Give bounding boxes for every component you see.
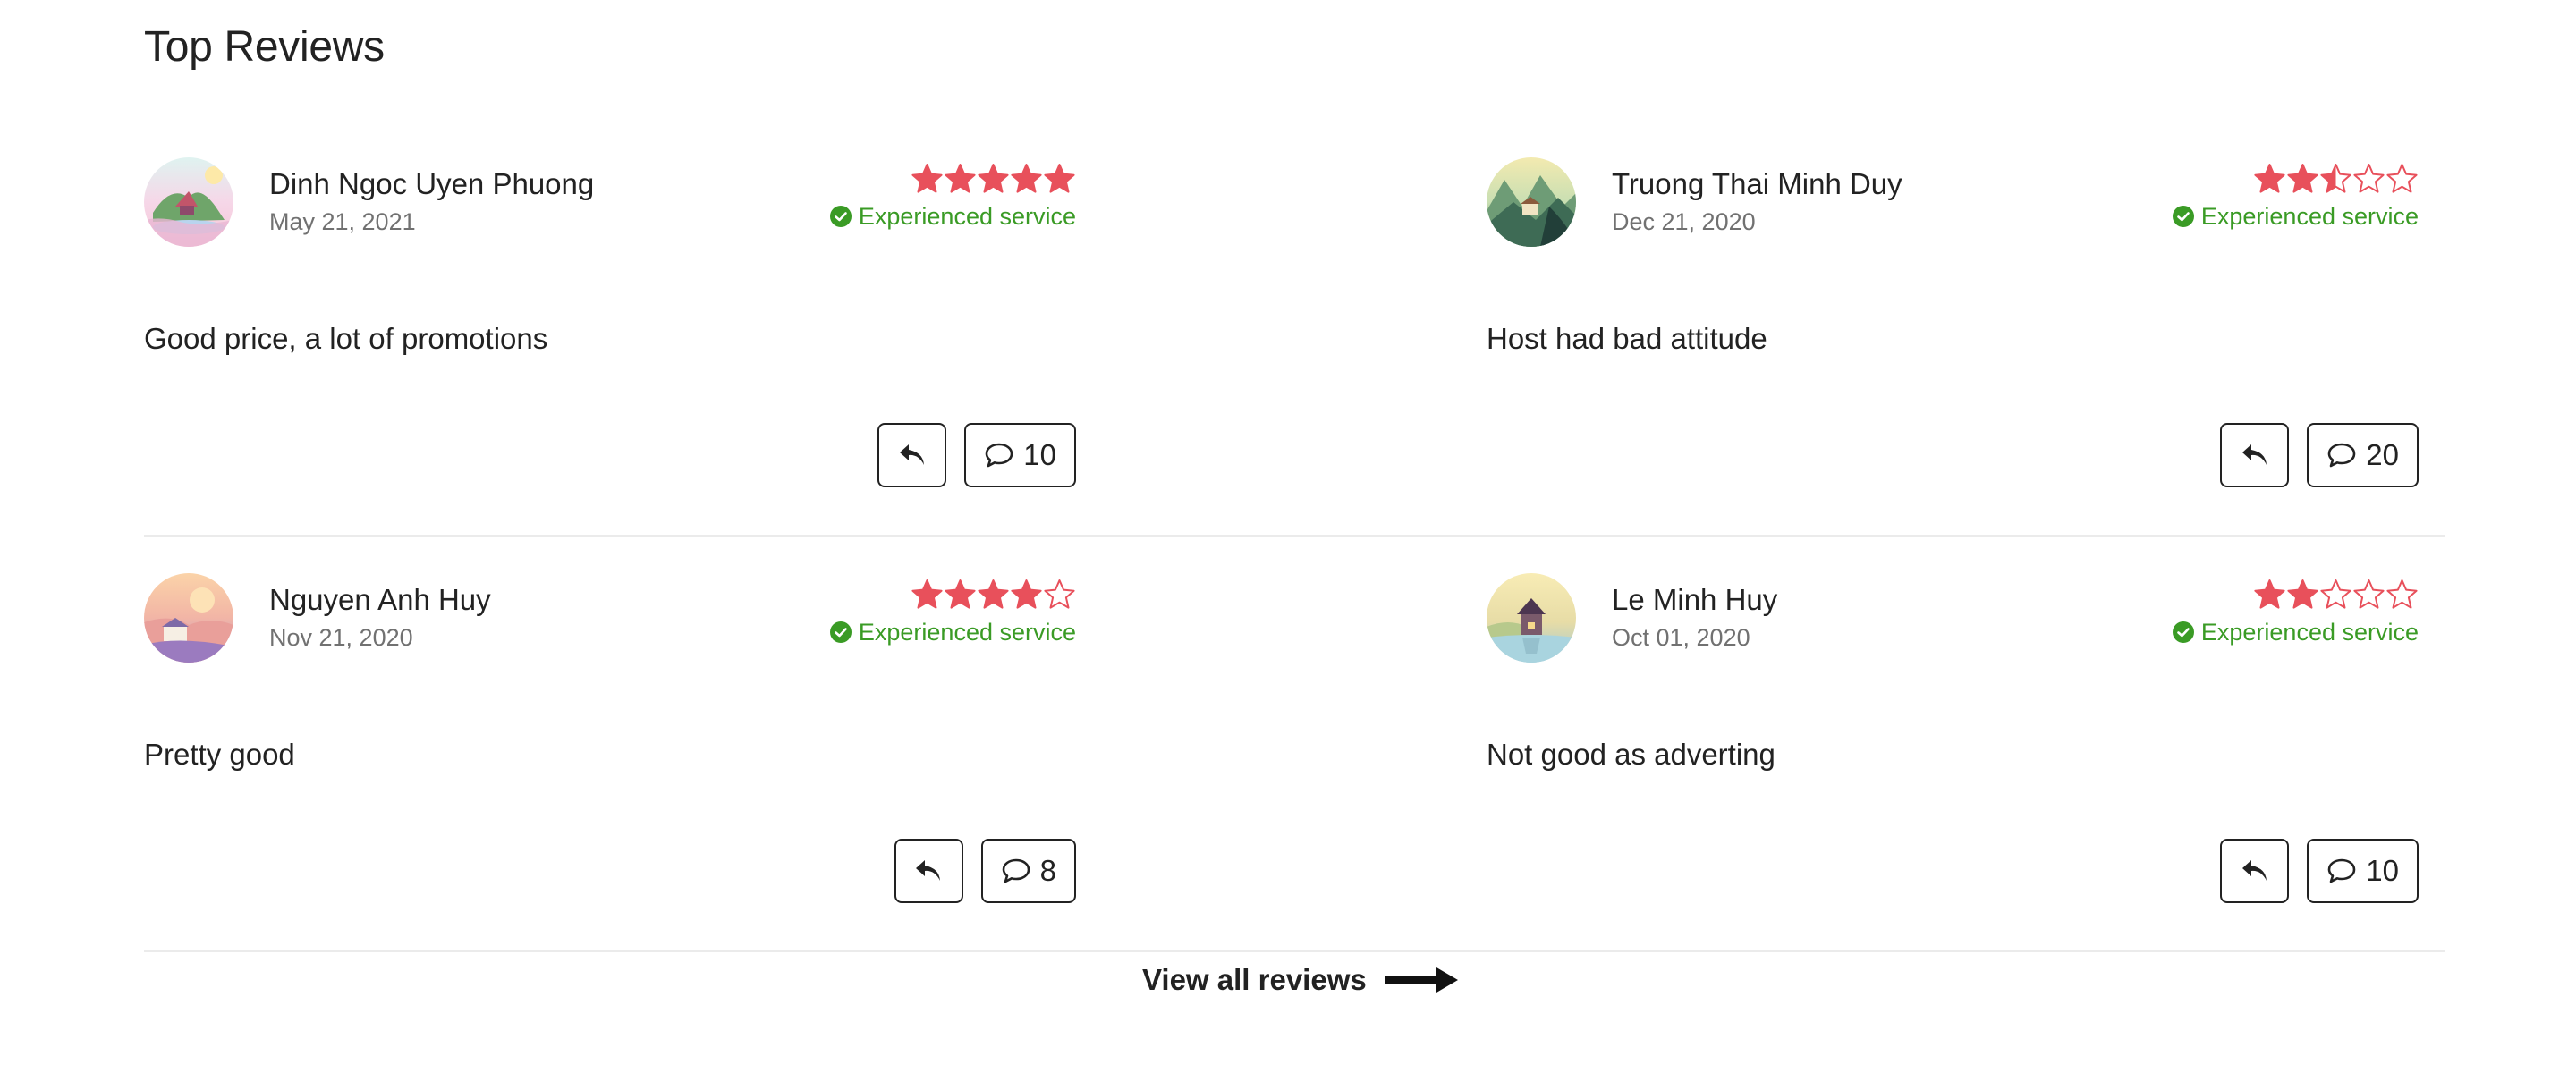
reply-button[interactable] bbox=[877, 423, 947, 487]
star-empty-icon bbox=[2320, 579, 2351, 609]
review-actions: 8 bbox=[894, 839, 1076, 903]
comment-count: 10 bbox=[2366, 854, 2399, 887]
star-filled-icon bbox=[945, 164, 976, 193]
star-half-icon bbox=[2320, 164, 2351, 193]
comment-button[interactable]: 10 bbox=[2307, 839, 2419, 903]
divider bbox=[144, 950, 2445, 952]
star-filled-icon bbox=[2254, 579, 2285, 609]
comment-button[interactable]: 10 bbox=[964, 423, 1076, 487]
comment-count: 20 bbox=[2366, 438, 2399, 471]
star-filled-icon bbox=[945, 579, 976, 609]
badge-label: Experienced service bbox=[2200, 619, 2419, 646]
star-filled-icon bbox=[911, 164, 943, 193]
comment-button[interactable]: 8 bbox=[980, 839, 1076, 903]
reply-button[interactable] bbox=[2220, 839, 2290, 903]
star-filled-icon bbox=[2287, 164, 2318, 193]
review-actions: 10 bbox=[2220, 839, 2419, 903]
review-date: Dec 21, 2020 bbox=[1612, 208, 1756, 235]
review-card: Nguyen Anh Huy Nov 21, 2020 Experienced … bbox=[144, 573, 1076, 949]
comment-icon bbox=[1002, 858, 1030, 883]
star-rating bbox=[911, 579, 1076, 611]
star-empty-icon bbox=[2386, 579, 2418, 609]
reviewer-name[interactable]: Dinh Ngoc Uyen Phuong bbox=[269, 166, 594, 202]
reply-button[interactable] bbox=[2220, 423, 2290, 487]
star-empty-icon bbox=[2353, 579, 2385, 609]
star-empty-icon bbox=[1044, 579, 1075, 609]
avatar[interactable] bbox=[144, 573, 233, 663]
review-actions: 10 bbox=[877, 423, 1076, 487]
star-filled-icon bbox=[1044, 164, 1075, 193]
star-filled-icon bbox=[911, 579, 943, 609]
reply-button[interactable] bbox=[894, 839, 963, 903]
review-card: Le Minh Huy Oct 01, 2020 Experienced ser… bbox=[1487, 573, 2419, 949]
avatar[interactable] bbox=[1487, 573, 1576, 663]
badge-label: Experienced service bbox=[2200, 203, 2419, 230]
comment-icon bbox=[2327, 443, 2356, 468]
review-text: Good price, a lot of promotions bbox=[144, 322, 548, 355]
comment-icon bbox=[2327, 858, 2356, 883]
comment-count: 8 bbox=[1039, 854, 1056, 887]
star-rating bbox=[911, 163, 1076, 195]
check-circle-icon bbox=[2172, 621, 2194, 643]
experienced-badge: Experienced service bbox=[829, 202, 1076, 231]
badge-label: Experienced service bbox=[858, 619, 1076, 646]
reply-icon bbox=[2241, 444, 2267, 465]
star-filled-icon bbox=[2287, 579, 2318, 609]
review-card: Dinh Ngoc Uyen Phuong May 21, 2021 Exper… bbox=[144, 157, 1076, 533]
check-circle-icon bbox=[829, 206, 852, 227]
review-text: Not good as adverting bbox=[1487, 738, 1775, 771]
avatar[interactable] bbox=[1487, 157, 1576, 247]
star-rating bbox=[2253, 579, 2419, 611]
star-filled-icon bbox=[1011, 164, 1042, 193]
check-circle-icon bbox=[829, 621, 852, 643]
reply-icon bbox=[899, 444, 924, 465]
comment-count: 10 bbox=[1023, 438, 1056, 471]
experienced-badge: Experienced service bbox=[2172, 202, 2419, 231]
star-filled-icon bbox=[1011, 579, 1042, 609]
check-circle-icon bbox=[2172, 206, 2194, 227]
reply-icon bbox=[916, 860, 941, 881]
divider bbox=[144, 535, 2445, 536]
reviewer-name[interactable]: Truong Thai Minh Duy bbox=[1612, 166, 1902, 202]
star-empty-icon bbox=[2386, 164, 2418, 193]
comment-icon bbox=[985, 443, 1013, 468]
star-filled-icon bbox=[2254, 164, 2285, 193]
badge-label: Experienced service bbox=[858, 203, 1076, 230]
review-actions: 20 bbox=[2220, 423, 2419, 487]
review-text: Host had bad attitude bbox=[1487, 322, 1767, 355]
avatar[interactable] bbox=[144, 157, 233, 247]
star-empty-icon bbox=[2353, 164, 2385, 193]
view-all-reviews-link[interactable]: View all reviews bbox=[1142, 962, 1460, 998]
star-filled-icon bbox=[978, 579, 1009, 609]
reply-icon bbox=[2241, 860, 2267, 881]
experienced-badge: Experienced service bbox=[829, 618, 1076, 646]
star-rating bbox=[2253, 163, 2419, 195]
review-date: May 21, 2021 bbox=[269, 208, 416, 235]
arrow-right-icon bbox=[1384, 967, 1458, 993]
review-card: Truong Thai Minh Duy Dec 21, 2020 Experi… bbox=[1487, 157, 2419, 533]
comment-button[interactable]: 20 bbox=[2307, 423, 2419, 487]
star-filled-icon bbox=[978, 164, 1009, 193]
reviewer-name[interactable]: Le Minh Huy bbox=[1612, 582, 1777, 618]
review-date: Oct 01, 2020 bbox=[1612, 624, 1750, 651]
review-text: Pretty good bbox=[144, 738, 295, 771]
section-title: Top Reviews bbox=[144, 23, 385, 71]
experienced-badge: Experienced service bbox=[2172, 618, 2419, 646]
review-date: Nov 21, 2020 bbox=[269, 624, 413, 651]
view-all-label: View all reviews bbox=[1142, 963, 1367, 996]
reviewer-name[interactable]: Nguyen Anh Huy bbox=[269, 582, 491, 618]
